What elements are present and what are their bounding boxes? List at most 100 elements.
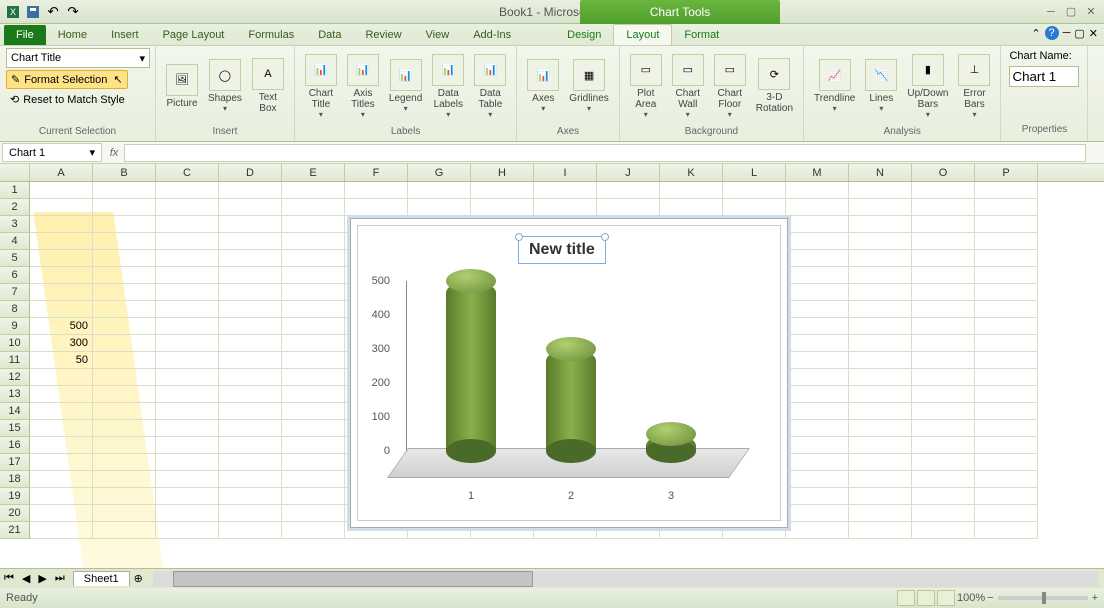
- lines-button[interactable]: 📉Lines▾: [861, 57, 901, 115]
- cell[interactable]: [912, 199, 975, 216]
- cell[interactable]: [282, 318, 345, 335]
- cell[interactable]: [849, 335, 912, 352]
- cell[interactable]: [30, 233, 93, 250]
- format-selection-button[interactable]: ✎ Format Selection ↖: [6, 70, 128, 89]
- column-header[interactable]: L: [723, 164, 786, 181]
- cell[interactable]: [219, 250, 282, 267]
- tab-review[interactable]: Review: [353, 25, 413, 45]
- cell[interactable]: [912, 488, 975, 505]
- cell[interactable]: [912, 420, 975, 437]
- updown-bars-button[interactable]: ▮Up/Down Bars▾: [903, 52, 952, 121]
- cell[interactable]: [912, 437, 975, 454]
- cell[interactable]: [786, 318, 849, 335]
- cell[interactable]: [30, 369, 93, 386]
- cell[interactable]: [849, 182, 912, 199]
- column-header[interactable]: K: [660, 164, 723, 181]
- column-header[interactable]: N: [849, 164, 912, 181]
- minimize-ribbon-icon[interactable]: ⌃: [1031, 27, 1040, 40]
- cell[interactable]: [93, 182, 156, 199]
- row-header[interactable]: 4: [0, 233, 30, 250]
- column-header[interactable]: F: [345, 164, 408, 181]
- tab-formulas[interactable]: Formulas: [236, 25, 306, 45]
- chart-bar[interactable]: [446, 281, 496, 451]
- cell[interactable]: [156, 454, 219, 471]
- text-box-button[interactable]: AText Box: [248, 56, 288, 116]
- cell[interactable]: [219, 386, 282, 403]
- chart-bar[interactable]: [646, 434, 696, 451]
- cell[interactable]: [30, 267, 93, 284]
- tab-addins[interactable]: Add-Ins: [461, 25, 523, 45]
- cell[interactable]: [219, 505, 282, 522]
- cell[interactable]: [912, 267, 975, 284]
- cell[interactable]: [30, 403, 93, 420]
- cell[interactable]: [912, 250, 975, 267]
- rotation-button[interactable]: ⟳3-D Rotation: [752, 56, 797, 116]
- cell[interactable]: [849, 233, 912, 250]
- column-header[interactable]: M: [786, 164, 849, 181]
- cell[interactable]: [786, 369, 849, 386]
- win-min-icon[interactable]: ─: [1063, 27, 1071, 39]
- row-header[interactable]: 5: [0, 250, 30, 267]
- cell[interactable]: [975, 284, 1038, 301]
- cell[interactable]: [975, 488, 1038, 505]
- minimize-icon[interactable]: ─: [1042, 4, 1060, 20]
- cell[interactable]: [219, 488, 282, 505]
- cell[interactable]: [93, 301, 156, 318]
- cell[interactable]: [975, 250, 1038, 267]
- cell[interactable]: [30, 301, 93, 318]
- cell[interactable]: [408, 199, 471, 216]
- cell[interactable]: [282, 369, 345, 386]
- cell[interactable]: [786, 250, 849, 267]
- axes-button[interactable]: 📊Axes▾: [523, 57, 563, 115]
- row-header[interactable]: 21: [0, 522, 30, 539]
- cell[interactable]: [660, 182, 723, 199]
- zoom-in-icon[interactable]: +: [1092, 592, 1098, 604]
- cell[interactable]: [156, 488, 219, 505]
- cell[interactable]: 300: [30, 335, 93, 352]
- cell[interactable]: [219, 369, 282, 386]
- cell[interactable]: [156, 505, 219, 522]
- cell[interactable]: [30, 199, 93, 216]
- row-header[interactable]: 19: [0, 488, 30, 505]
- cell[interactable]: [156, 284, 219, 301]
- cell[interactable]: [93, 216, 156, 233]
- sheet-nav-next[interactable]: ▶: [34, 572, 50, 585]
- cell[interactable]: [156, 335, 219, 352]
- cell[interactable]: [156, 386, 219, 403]
- cell[interactable]: [282, 420, 345, 437]
- cell[interactable]: [30, 437, 93, 454]
- cell[interactable]: [534, 199, 597, 216]
- cell[interactable]: [156, 352, 219, 369]
- cell[interactable]: [156, 318, 219, 335]
- cell[interactable]: [849, 505, 912, 522]
- cell[interactable]: [282, 386, 345, 403]
- cell[interactable]: [219, 318, 282, 335]
- tab-view[interactable]: View: [414, 25, 462, 45]
- cell[interactable]: [849, 386, 912, 403]
- cell[interactable]: [282, 284, 345, 301]
- column-header[interactable]: A: [30, 164, 93, 181]
- horizontal-scrollbar[interactable]: [153, 571, 1098, 587]
- cell[interactable]: [156, 199, 219, 216]
- cell[interactable]: [471, 182, 534, 199]
- cell[interactable]: [282, 233, 345, 250]
- formula-input[interactable]: [124, 144, 1086, 162]
- cell[interactable]: [786, 454, 849, 471]
- cell[interactable]: [408, 182, 471, 199]
- tab-data[interactable]: Data: [306, 25, 353, 45]
- picture-button[interactable]: 🖼Picture: [162, 62, 202, 111]
- column-header[interactable]: G: [408, 164, 471, 181]
- cell[interactable]: [912, 284, 975, 301]
- column-header[interactable]: E: [282, 164, 345, 181]
- cell[interactable]: [849, 403, 912, 420]
- row-header[interactable]: 10: [0, 335, 30, 352]
- cell[interactable]: [30, 182, 93, 199]
- cell[interactable]: [30, 250, 93, 267]
- cell[interactable]: [345, 182, 408, 199]
- cell[interactable]: [93, 437, 156, 454]
- view-normal-icon[interactable]: [897, 590, 915, 606]
- cell[interactable]: [93, 454, 156, 471]
- cell[interactable]: [30, 420, 93, 437]
- row-header[interactable]: 1: [0, 182, 30, 199]
- cell[interactable]: [849, 267, 912, 284]
